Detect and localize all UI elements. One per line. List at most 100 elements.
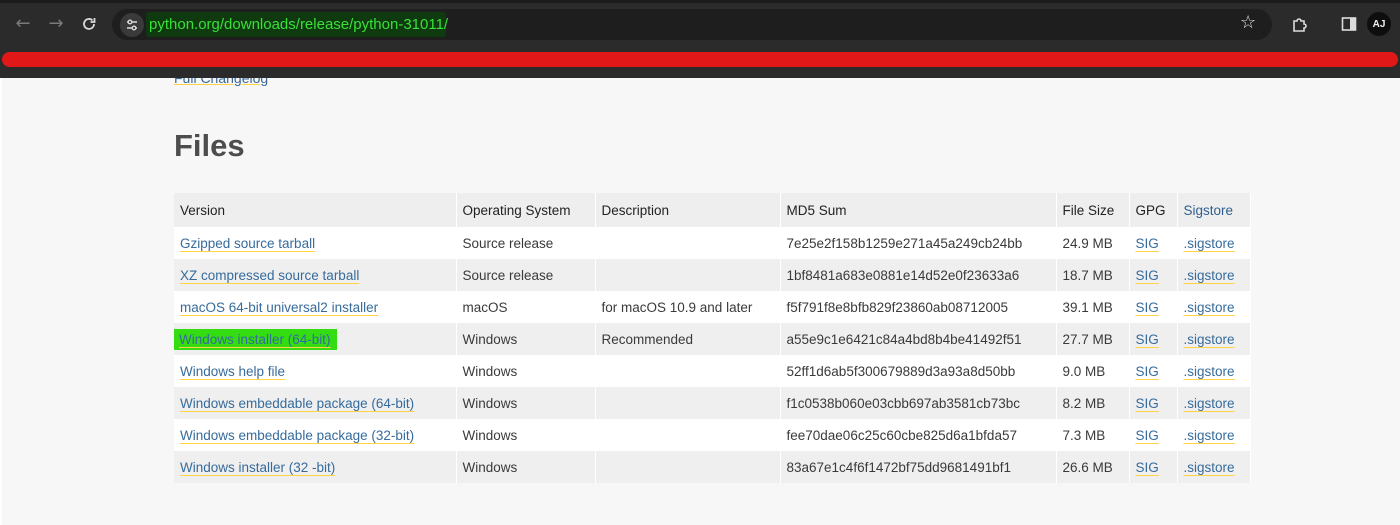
gpg-cell: SIG [1129, 387, 1178, 419]
site-info-icon[interactable] [120, 13, 144, 37]
sig-link[interactable]: SIG [1136, 332, 1159, 347]
gpg-cell: SIG [1129, 451, 1178, 483]
gpg-cell: SIG [1129, 419, 1178, 451]
version-cell: macOS 64-bit universal2 installer [174, 291, 457, 323]
files-table: Version Operating System Description MD5… [174, 193, 1251, 483]
md5-cell: 7e25e2f158b1259e271a45a249cb24bb [780, 227, 1057, 259]
sigstore-header-link[interactable]: Sigstore [1184, 203, 1234, 218]
description-cell [595, 419, 781, 451]
version-link[interactable]: Windows embeddable package (32-bit) [180, 428, 414, 443]
url-text[interactable]: python.org/downloads/release/python-3101… [149, 16, 448, 33]
table-row: Windows embeddable package (64-bit) Wind… [174, 387, 1251, 419]
table-row: Windows help file Windows 52ff1d6ab5f300… [174, 355, 1251, 387]
version-link[interactable]: Windows installer (32 -bit) [180, 460, 335, 475]
os-cell: macOS [456, 291, 596, 323]
sigstore-cell: .sigstore [1177, 419, 1251, 451]
os-cell: Source release [456, 259, 596, 291]
browser-toolbar: ← → python.org/downloads/release/python-… [0, 3, 1400, 45]
header-description: Description [595, 193, 781, 227]
os-cell: Windows [456, 419, 596, 451]
sig-link[interactable]: SIG [1136, 300, 1159, 315]
os-cell: Windows [456, 355, 596, 387]
files-heading: Files [174, 128, 245, 163]
gpg-cell: SIG [1129, 323, 1178, 355]
file-size-cell: 26.6 MB [1056, 451, 1130, 483]
file-size-cell: 27.7 MB [1056, 323, 1130, 355]
sigstore-cell: .sigstore [1177, 451, 1251, 483]
description-cell [595, 451, 781, 483]
sig-link[interactable]: SIG [1136, 396, 1159, 411]
md5-cell: 83a67e1c4f6f1472bf75dd9681491bf1 [780, 451, 1057, 483]
gpg-cell: SIG [1129, 355, 1178, 387]
version-cell: Windows embeddable package (64-bit) [174, 387, 457, 419]
md5-cell: f5f791f8e8bfb829f23860ab08712005 [780, 291, 1057, 323]
table-row: Windows embeddable package (32-bit) Wind… [174, 419, 1251, 451]
version-cell: Windows embeddable package (32-bit) [174, 419, 457, 451]
side-panel-icon[interactable] [1338, 13, 1360, 35]
sigstore-cell: .sigstore [1177, 387, 1251, 419]
profile-avatar[interactable]: AJ [1367, 12, 1391, 36]
sigstore-link[interactable]: .sigstore [1184, 460, 1235, 475]
sigstore-link[interactable]: .sigstore [1184, 364, 1235, 379]
version-link[interactable]: macOS 64-bit universal2 installer [180, 300, 378, 315]
sig-link[interactable]: SIG [1136, 268, 1159, 283]
sigstore-link[interactable]: .sigstore [1184, 268, 1235, 283]
description-cell [595, 259, 781, 291]
sig-link[interactable]: SIG [1136, 428, 1159, 443]
gpg-cell: SIG [1129, 291, 1178, 323]
table-row: Windows installer (32 -bit) Windows 83a6… [174, 451, 1251, 483]
address-bar[interactable]: python.org/downloads/release/python-3101… [112, 9, 1272, 40]
md5-cell: f1c0538b060e03cbb697ab3581cb73bc [780, 387, 1057, 419]
sigstore-link[interactable]: .sigstore [1184, 236, 1235, 251]
header-sigstore: Sigstore [1177, 193, 1251, 227]
extensions-icon[interactable] [1289, 13, 1311, 35]
sigstore-link[interactable]: .sigstore [1184, 332, 1235, 347]
back-arrow-icon[interactable]: ← [11, 12, 35, 36]
sigstore-link[interactable]: .sigstore [1184, 300, 1235, 315]
table-row: XZ compressed source tarball Source rele… [174, 259, 1251, 291]
file-size-cell: 24.9 MB [1056, 227, 1130, 259]
page-edge [0, 78, 2, 525]
md5-cell: 52ff1d6ab5f300679889d3a93a8d50bb [780, 355, 1057, 387]
header-md5-sum: MD5 Sum [780, 193, 1057, 227]
table-row: Windows installer (64-bit) Windows Recom… [174, 323, 1251, 355]
table-row: macOS 64-bit universal2 installer macOS … [174, 291, 1251, 323]
header-version: Version [174, 193, 457, 227]
version-link[interactable]: Windows help file [180, 364, 285, 379]
bookmark-star-icon[interactable]: ☆ [1240, 12, 1256, 33]
os-cell: Windows [456, 387, 596, 419]
md5-cell: 1bf8481a683e0881e14d52e0f23633a6 [780, 259, 1057, 291]
forward-arrow-icon[interactable]: → [44, 12, 68, 36]
description-cell: Recommended [595, 323, 781, 355]
sig-link[interactable]: SIG [1136, 460, 1159, 475]
header-gpg: GPG [1129, 193, 1178, 227]
description-cell [595, 387, 781, 419]
description-cell [595, 355, 781, 387]
os-cell: Source release [456, 227, 596, 259]
sigstore-link[interactable]: .sigstore [1184, 396, 1235, 411]
green-highlight: Windows installer (64-bit) [174, 328, 337, 350]
version-link[interactable]: Gzipped source tarball [180, 236, 315, 251]
file-size-cell: 7.3 MB [1056, 419, 1130, 451]
version-link-windows-64[interactable]: Windows installer (64-bit) [179, 332, 331, 347]
header-operating-system: Operating System [456, 193, 596, 227]
version-link[interactable]: Windows embeddable package (64-bit) [180, 396, 414, 411]
version-link[interactable]: XZ compressed source tarball [180, 268, 359, 283]
file-size-cell: 9.0 MB [1056, 355, 1130, 387]
version-cell: XZ compressed source tarball [174, 259, 457, 291]
file-size-cell: 8.2 MB [1056, 387, 1130, 419]
gpg-cell: SIG [1129, 227, 1178, 259]
sigstore-link[interactable]: .sigstore [1184, 428, 1235, 443]
sig-link[interactable]: SIG [1136, 236, 1159, 251]
sigstore-cell: .sigstore [1177, 291, 1251, 323]
description-cell [595, 227, 781, 259]
version-cell: Windows installer (64-bit) [174, 323, 457, 355]
redaction-bar [2, 52, 1398, 67]
file-size-cell: 18.7 MB [1056, 259, 1130, 291]
sig-link[interactable]: SIG [1136, 364, 1159, 379]
reload-icon[interactable] [77, 12, 101, 36]
file-size-cell: 39.1 MB [1056, 291, 1130, 323]
version-cell: Windows help file [174, 355, 457, 387]
os-cell: Windows [456, 323, 596, 355]
table-header-row: Version Operating System Description MD5… [174, 193, 1251, 227]
